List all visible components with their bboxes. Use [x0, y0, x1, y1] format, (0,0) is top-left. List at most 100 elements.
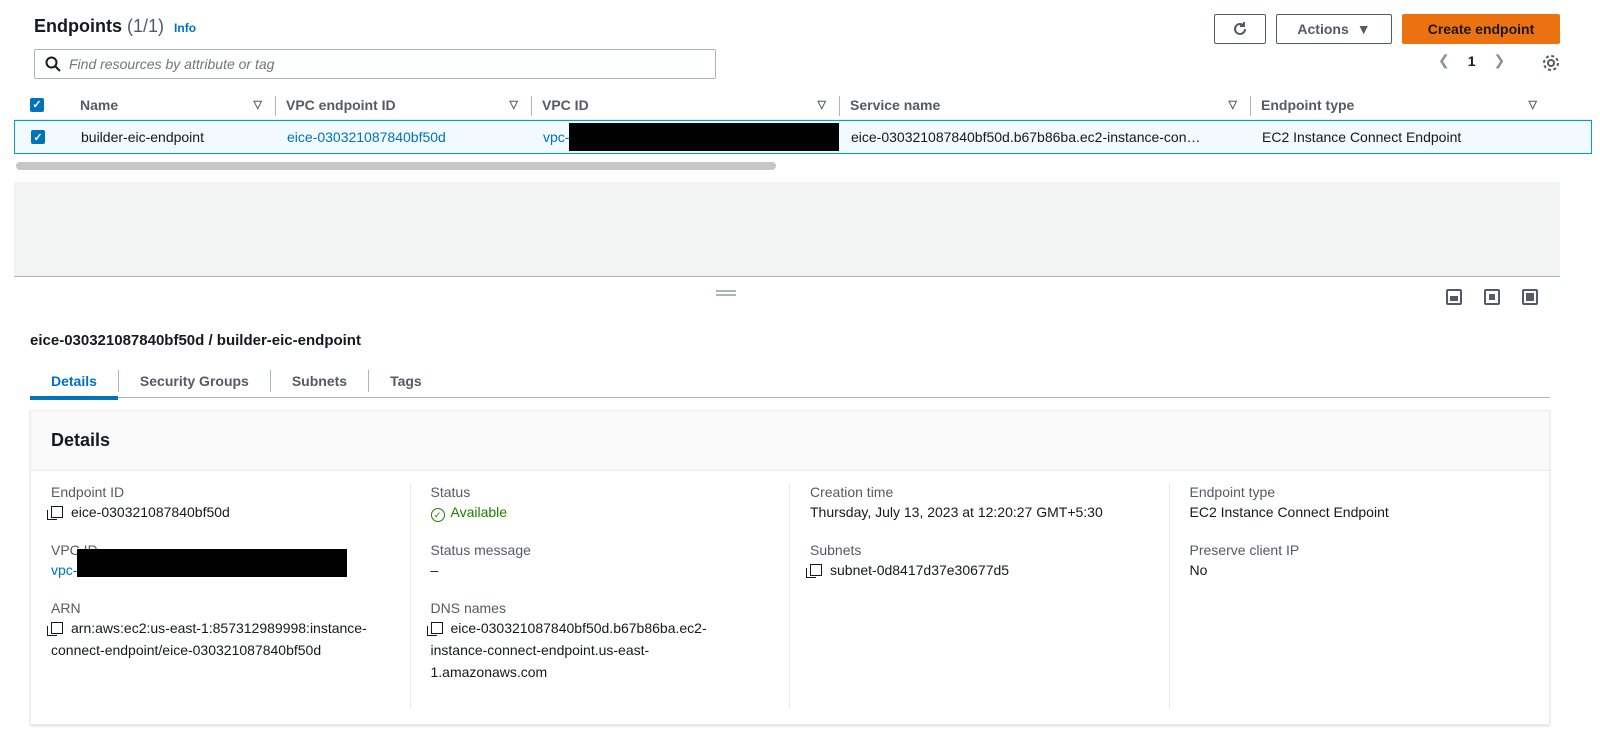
detail-tabs: Details Security Groups Subnets Tags — [30, 364, 1550, 400]
panel-spacer — [14, 182, 1560, 276]
settings-gear-icon[interactable] — [1542, 54, 1560, 72]
endpoint-id-label: Endpoint ID — [51, 484, 125, 500]
endpoint-id-value: eice-030321087840bf50d — [47, 501, 400, 523]
field-endpoint-id: Endpoint ID eice-030321087840bf50d — [47, 483, 400, 523]
table-header: ✓ Name ▽ VPC endpoint ID ▽ VPC ID ▽ Serv… — [14, 90, 1592, 120]
redaction-block — [569, 123, 840, 151]
actions-button[interactable]: Actions ▼ — [1276, 14, 1392, 44]
copy-icon[interactable] — [426, 622, 443, 636]
vpc-id-value: vpc- — [51, 549, 400, 581]
col-header-vpc-endpoint-id[interactable]: VPC endpoint ID ▽ — [276, 90, 532, 120]
split-side-icon[interactable] — [1484, 289, 1500, 305]
sort-icon: ▽ — [1528, 99, 1537, 111]
details-columns: Endpoint ID eice-030321087840bf50d VPC I… — [31, 483, 1549, 709]
dns-text-line2: instance-connect-endpoint.us-east- — [430, 642, 650, 658]
actions-label: Actions — [1297, 21, 1349, 37]
dns-names-value: eice-030321087840bf50d.b67b86ba.ec2- inst… — [426, 617, 780, 683]
select-all-checkbox[interactable]: ✓ — [30, 97, 44, 112]
arn-text-line2: connect-endpoint/eice-030321087840bf50d — [51, 642, 322, 658]
search-input[interactable] — [69, 56, 669, 72]
redaction-block — [77, 549, 347, 577]
info-link[interactable]: Info — [174, 21, 196, 35]
split-drag-handle-icon[interactable] — [716, 290, 736, 296]
refresh-icon — [1234, 22, 1246, 35]
field-preserve-client-ip: Preserve client IP No — [1190, 541, 1540, 581]
search-icon — [45, 56, 61, 72]
col-vpc-endpoint-id-label: VPC endpoint ID — [286, 96, 396, 113]
col-name-label: Name — [80, 96, 119, 113]
next-page-icon[interactable]: ❯ — [1494, 52, 1506, 69]
tab-tags[interactable]: Tags — [369, 364, 443, 398]
dns-text-line3: 1.amazonaws.com — [430, 664, 548, 680]
select-all-column: ✓ — [14, 90, 70, 120]
sort-icon: ▽ — [509, 99, 518, 111]
endpoint-type-value: EC2 Instance Connect Endpoint — [1189, 504, 1389, 520]
dns-text-line1: eice-030321087840bf50d.b67b86ba.ec2- — [450, 620, 707, 636]
tab-details[interactable]: Details — [30, 364, 118, 400]
field-dns-names: DNS names eice-030321087840bf50d.b67b86b… — [426, 599, 780, 683]
details-card-title: Details — [31, 411, 1549, 471]
check-circle-icon: ✓ — [430, 508, 445, 522]
tab-security-groups[interactable]: Security Groups — [119, 364, 270, 398]
vpc-id-link[interactable]: vpc- — [543, 129, 569, 145]
col-service-name-label: Service name — [850, 96, 941, 113]
col-endpoint-type-label: Endpoint type — [1261, 96, 1355, 113]
details-column-3: Creation time Thursday, July 13, 2023 at… — [790, 483, 1170, 709]
col-header-endpoint-type[interactable]: Endpoint type ▽ — [1251, 90, 1551, 120]
endpoint-type-label: Endpoint type — [1189, 484, 1276, 500]
split-bottom-icon[interactable] — [1446, 289, 1462, 305]
col-vpc-id-label: VPC ID — [542, 96, 589, 113]
cell-name: builder-eic-endpoint — [81, 129, 204, 145]
col-header-vpc-id[interactable]: VPC ID ▽ — [532, 90, 840, 120]
creation-time-value: Thursday, July 13, 2023 at 12:20:27 GMT+… — [810, 504, 1103, 520]
subnet-text: subnet-0d8417d37e30677d5 — [830, 562, 1010, 578]
panel-header: Endpoints (1/1) Info — [34, 16, 196, 37]
vpc-id-link[interactable]: vpc- — [51, 562, 77, 578]
endpoint-count: (1/1) — [127, 16, 165, 36]
endpoint-id-text: eice-030321087840bf50d — [71, 504, 230, 520]
copy-icon[interactable] — [47, 506, 63, 520]
tab-subnets[interactable]: Subnets — [271, 364, 368, 398]
field-arn: ARN arn:aws:ec2:us-east-1:857312989998:i… — [47, 599, 400, 661]
table-row[interactable]: ✓ builder-eic-endpoint eice-030321087840… — [14, 120, 1592, 154]
split-divider — [14, 276, 1560, 277]
refresh-button[interactable] — [1214, 14, 1266, 44]
subnets-value: subnet-0d8417d37e30677d5 — [806, 559, 1159, 581]
field-vpc-id: VPC ID vpc- — [51, 541, 400, 581]
arn-label: ARN — [51, 600, 81, 616]
field-endpoint-type: Endpoint type EC2 Instance Connect Endpo… — [1190, 483, 1540, 523]
page-number[interactable]: 1 — [1468, 53, 1476, 69]
col-header-name[interactable]: Name ▽ — [70, 90, 276, 120]
field-status-message: Status message – — [431, 541, 780, 581]
row-checkbox[interactable]: ✓ — [31, 130, 45, 144]
details-card: Details Endpoint ID eice-030321087840bf5… — [30, 410, 1550, 725]
search-box[interactable] — [34, 49, 716, 79]
detail-title: eice-030321087840bf50d / builder-eic-end… — [30, 332, 361, 349]
preserve-client-ip-value: No — [1189, 562, 1208, 578]
field-subnets: Subnets subnet-0d8417d37e30677d5 — [806, 541, 1159, 581]
status-label: Status — [430, 484, 471, 500]
field-status: Status ✓ Available — [430, 483, 780, 523]
arn-value: arn:aws:ec2:us-east-1:857312989998:insta… — [47, 617, 400, 661]
preserve-client-ip-label: Preserve client IP — [1189, 542, 1300, 558]
cell-vpc-endpoint-id-link[interactable]: eice-030321087840bf50d — [277, 121, 533, 153]
status-value: ✓ Available — [430, 501, 780, 523]
field-creation-time: Creation time Thursday, July 13, 2023 at… — [810, 483, 1159, 523]
create-endpoint-button[interactable]: Create endpoint — [1402, 14, 1560, 44]
horizontal-scrollbar[interactable] — [16, 162, 776, 170]
sort-icon: ▽ — [817, 99, 826, 111]
details-column-4: Endpoint type EC2 Instance Connect Endpo… — [1170, 483, 1550, 709]
page-title: Endpoints (1/1) — [34, 16, 165, 36]
split-layout-controls — [1446, 289, 1538, 305]
copy-icon[interactable] — [806, 564, 822, 578]
status-text: Available — [450, 504, 508, 520]
col-header-service-name[interactable]: Service name ▽ — [840, 90, 1251, 120]
split-full-icon[interactable] — [1522, 289, 1538, 305]
sort-icon: ▽ — [1228, 99, 1237, 111]
copy-icon[interactable] — [47, 622, 63, 636]
status-message-label: Status message — [430, 542, 531, 558]
pagination: ❮ 1 ❯ — [1438, 52, 1505, 69]
prev-page-icon[interactable]: ❮ — [1438, 52, 1450, 69]
creation-time-label: Creation time — [810, 484, 894, 500]
subnets-label: Subnets — [810, 542, 862, 558]
